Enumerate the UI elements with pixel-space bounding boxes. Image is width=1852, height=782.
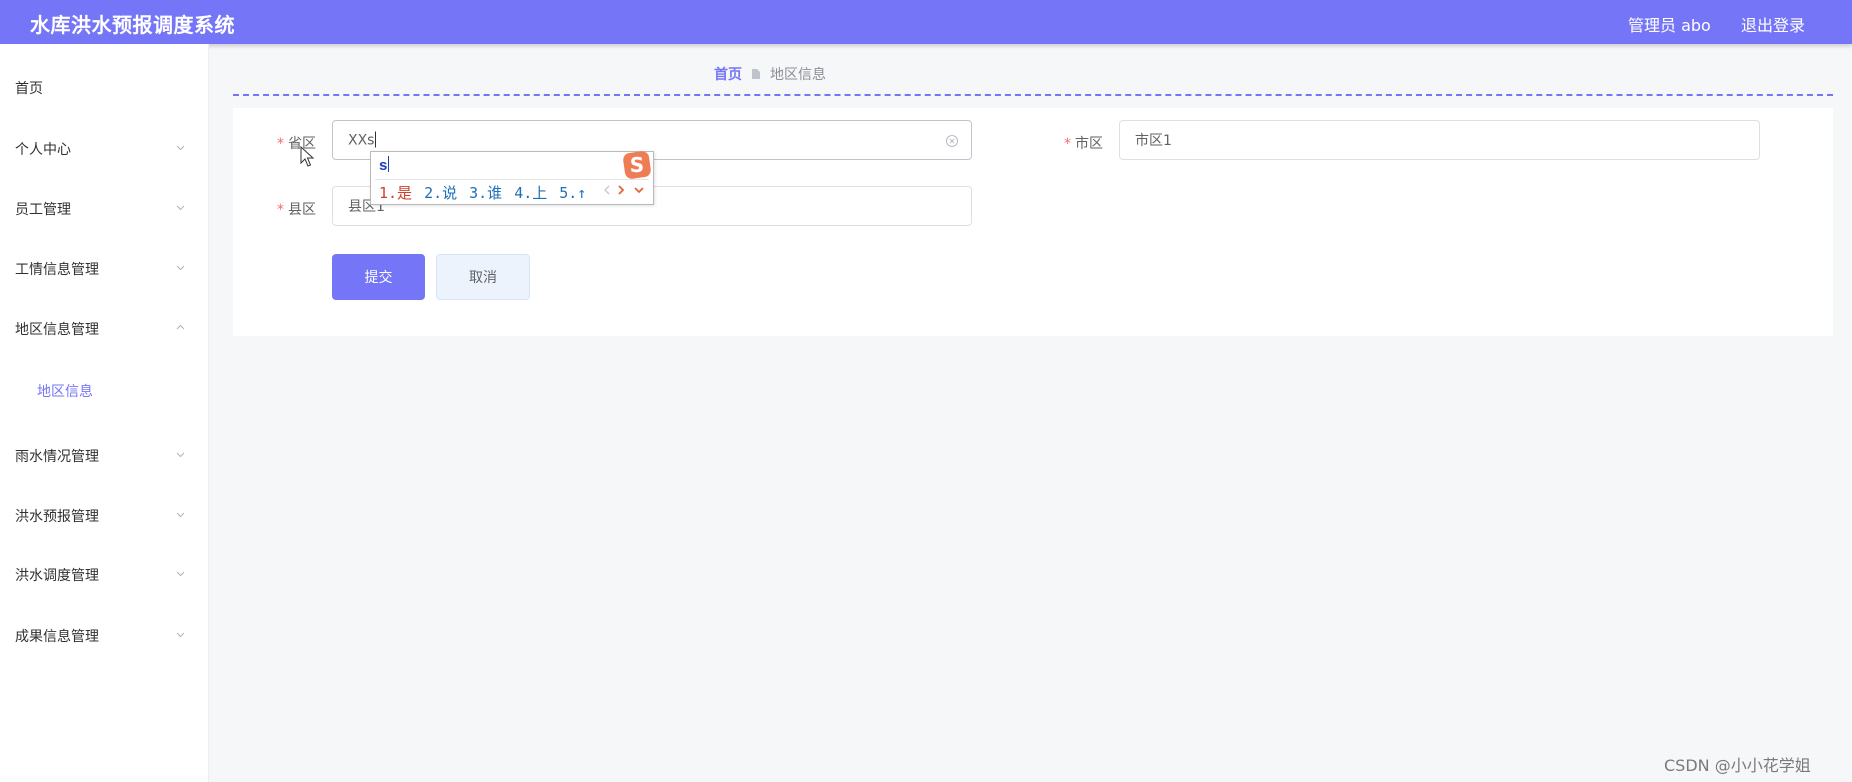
ime-candidate[interactable]: 2.说	[424, 182, 457, 203]
required-asterisk: *	[1064, 136, 1071, 152]
cancel-button[interactable]: 取消	[436, 254, 530, 300]
required-asterisk: *	[277, 136, 284, 152]
city-input-value: 市区1	[1135, 133, 1172, 149]
county-label: * 县区	[277, 202, 316, 218]
text-caret	[375, 131, 377, 148]
sogou-logo-icon: S	[622, 150, 652, 180]
ime-candidate-window: s 1.是 2.说 3.谁 4.上 5.↑	[370, 151, 654, 205]
sidebar-item-label: 洪水调度管理	[15, 568, 99, 584]
ime-candidate[interactable]: 4.上	[514, 182, 547, 203]
sogou-logo-glyph: S	[630, 153, 644, 177]
region-form-card: * 省区 XXs * 市区 市区1 * 县区 县区1 提交 取消	[233, 108, 1833, 336]
sidebar-subitem-region-info[interactable]: 地区信息	[0, 369, 208, 413]
sidebar-item-staff[interactable]: 员工管理	[0, 179, 208, 239]
chevron-down-icon	[176, 630, 185, 639]
chevron-down-icon	[176, 450, 185, 459]
breadcrumb-current: 地区信息	[770, 67, 826, 83]
chevron-up-icon	[176, 323, 185, 332]
province-input-value: XXs	[348, 131, 377, 149]
chevron-down-icon	[176, 263, 185, 272]
sidebar-menu: 首页 个人中心 员工管理 工情信息管理 地区信息管理 地区信息 雨水情况管理 洪…	[0, 44, 209, 782]
sidebar-item-label: 个人中心	[15, 142, 71, 158]
ime-candidate-list: 1.是 2.说 3.谁 4.上 5.↑	[379, 182, 598, 203]
ime-candidate[interactable]: 3.谁	[469, 182, 502, 203]
chevron-down-icon	[176, 569, 185, 578]
divider	[233, 94, 1833, 96]
sidebar-item-flood-forecast[interactable]: 洪水预报管理	[0, 486, 208, 546]
chevron-right-icon[interactable]	[617, 182, 625, 202]
text-caret	[388, 156, 390, 172]
sidebar-item-label: 首页	[15, 81, 43, 97]
ime-composition: s	[379, 156, 390, 174]
mouse-pointer-icon	[300, 145, 316, 168]
divider	[375, 179, 649, 180]
chevron-left-icon[interactable]	[603, 182, 611, 202]
breadcrumb-home-link[interactable]: 首页	[714, 67, 742, 83]
submit-button-label: 提交	[364, 270, 393, 286]
sidebar-item-rain[interactable]: 雨水情况管理	[0, 426, 208, 486]
breadcrumb: 首页 地区信息	[714, 64, 826, 84]
sidebar-item-personal-center[interactable]: 个人中心	[0, 119, 208, 179]
chevron-down-icon	[176, 203, 185, 212]
sidebar-item-label: 地区信息管理	[15, 322, 99, 338]
sidebar-item-label: 员工管理	[15, 202, 71, 218]
sidebar-item-region-info[interactable]: 地区信息管理	[0, 299, 208, 359]
cancel-button-label: 取消	[469, 270, 497, 286]
ime-candidate[interactable]: 1.是	[379, 182, 412, 203]
city-label: * 市区	[1064, 136, 1103, 152]
watermark: CSDN @小小花学姐	[1664, 756, 1811, 775]
sidebar-subitem-label: 地区信息	[37, 384, 93, 400]
logout-link[interactable]: 退出登录	[1741, 12, 1805, 36]
city-input[interactable]: 市区1	[1119, 120, 1760, 160]
sidebar-item-work-info[interactable]: 工情信息管理	[0, 239, 208, 299]
chevron-down-icon[interactable]	[633, 182, 645, 202]
ime-candidate[interactable]: 5.↑	[559, 184, 586, 202]
sidebar-item-flood-dispatch[interactable]: 洪水调度管理	[0, 545, 208, 605]
chevron-down-icon	[176, 143, 185, 152]
chevron-down-icon	[176, 510, 185, 519]
document-icon	[752, 69, 760, 82]
app-title: 水库洪水预报调度系统	[30, 13, 235, 37]
sidebar-item-label: 洪水预报管理	[15, 509, 99, 525]
submit-button[interactable]: 提交	[332, 254, 425, 300]
sidebar-item-label: 雨水情况管理	[15, 449, 99, 465]
current-user-label: 管理员 abo	[1628, 16, 1711, 35]
top-header: 水库洪水预报调度系统 管理员 abo 退出登录	[0, 0, 1852, 44]
sidebar-item-results[interactable]: 成果信息管理	[0, 606, 208, 666]
sidebar-item-home[interactable]: 首页	[0, 58, 208, 118]
clear-icon[interactable]	[945, 133, 959, 147]
sidebar-item-label: 成果信息管理	[15, 629, 99, 645]
sidebar-item-label: 工情信息管理	[15, 262, 99, 278]
required-asterisk: *	[277, 202, 284, 218]
